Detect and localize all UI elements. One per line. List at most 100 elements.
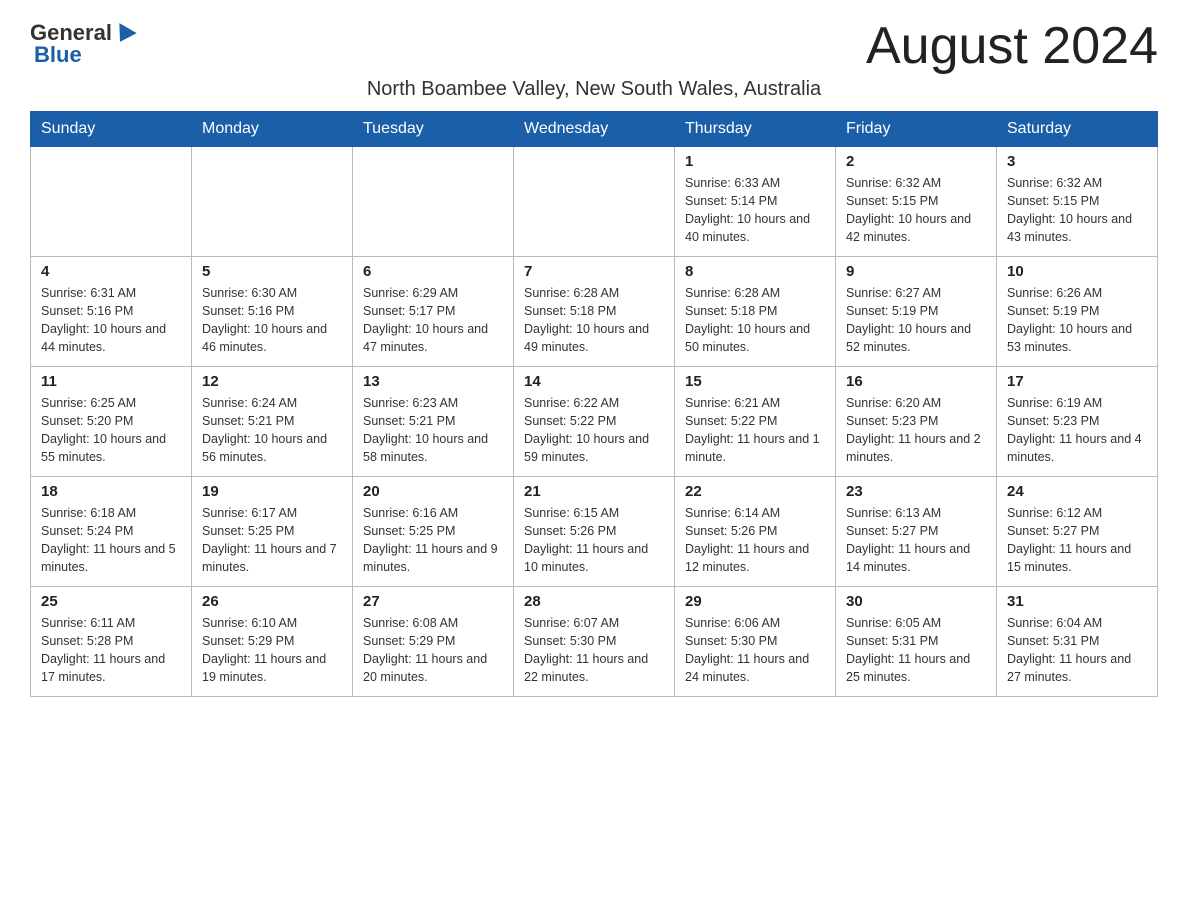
day-info: Sunrise: 6:26 AMSunset: 5:19 PMDaylight:… — [1007, 284, 1147, 357]
day-info: Sunrise: 6:10 AMSunset: 5:29 PMDaylight:… — [202, 614, 342, 687]
calendar-cell — [514, 147, 675, 257]
calendar-cell: 5 Sunrise: 6:30 AMSunset: 5:16 PMDaylight… — [192, 257, 353, 367]
weekday-header-friday: Friday — [836, 112, 997, 147]
calendar-cell — [353, 147, 514, 257]
calendar-cell: 18Sunrise: 6:18 AMSunset: 5:24 PMDayligh… — [31, 477, 192, 587]
weekday-header-thursday: Thursday — [675, 112, 836, 147]
day-number: 22 — [685, 483, 825, 500]
calendar-cell: 29 Sunrise: 6:06 AMSunset: 5:30 PMDayligh… — [675, 587, 836, 697]
calendar-cell: 13Sunrise: 6:23 AMSunset: 5:21 PMDayligh… — [353, 367, 514, 477]
calendar-cell: 31 Sunrise: 6:04 AMSunset: 5:31 PMDayligh… — [997, 587, 1158, 697]
calendar-cell: 28Sunrise: 6:07 AMSunset: 5:30 PMDayligh… — [514, 587, 675, 697]
calendar-week-row: 4 Sunrise: 6:31 AMSunset: 5:16 PMDaylight… — [31, 257, 1158, 367]
calendar-cell: 6 Sunrise: 6:29 AMSunset: 5:17 PMDaylight… — [353, 257, 514, 367]
day-number: 2 — [846, 153, 986, 170]
calendar-cell: 24 Sunrise: 6:12 AMSunset: 5:27 PMDayligh… — [997, 477, 1158, 587]
day-number: 6 — [363, 263, 503, 280]
day-number: 29 — [685, 593, 825, 610]
calendar-cell: 12 Sunrise: 6:24 AMSunset: 5:21 PMDayligh… — [192, 367, 353, 477]
day-number: 14 — [524, 373, 664, 390]
day-info: Sunrise: 6:28 AMSunset: 5:18 PMDaylight:… — [685, 284, 825, 357]
location-title: North Boambee Valley, New South Wales, A… — [30, 78, 1158, 101]
day-info: Sunrise: 6:11 AMSunset: 5:28 PMDaylight:… — [41, 614, 181, 687]
calendar-cell: 17Sunrise: 6:19 AMSunset: 5:23 PMDayligh… — [997, 367, 1158, 477]
day-number: 20 — [363, 483, 503, 500]
day-info: Sunrise: 6:17 AMSunset: 5:25 PMDaylight:… — [202, 504, 342, 577]
calendar-cell: 20Sunrise: 6:16 AMSunset: 5:25 PMDayligh… — [353, 477, 514, 587]
day-number: 10 — [1007, 263, 1147, 280]
day-number: 12 — [202, 373, 342, 390]
day-number: 25 — [41, 593, 181, 610]
day-number: 13 — [363, 373, 503, 390]
day-number: 23 — [846, 483, 986, 500]
calendar-cell: 8Sunrise: 6:28 AMSunset: 5:18 PMDaylight… — [675, 257, 836, 367]
page-header: General Blue August 2024 — [30, 20, 1158, 72]
day-number: 4 — [41, 263, 181, 280]
day-number: 15 — [685, 373, 825, 390]
day-number: 17 — [1007, 373, 1147, 390]
weekday-header-monday: Monday — [192, 112, 353, 147]
calendar-cell: 26 Sunrise: 6:10 AMSunset: 5:29 PMDayligh… — [192, 587, 353, 697]
calendar-cell: 11 Sunrise: 6:25 AMSunset: 5:20 PMDayligh… — [31, 367, 192, 477]
calendar-cell: 7 Sunrise: 6:28 AMSunset: 5:18 PMDaylight… — [514, 257, 675, 367]
logo-triangle-icon — [111, 23, 136, 47]
day-number: 28 — [524, 593, 664, 610]
day-info: Sunrise: 6:05 AMSunset: 5:31 PMDaylight:… — [846, 614, 986, 687]
calendar-cell: 22 Sunrise: 6:14 AMSunset: 5:26 PMDayligh… — [675, 477, 836, 587]
calendar-week-row: 18Sunrise: 6:18 AMSunset: 5:24 PMDayligh… — [31, 477, 1158, 587]
day-number: 11 — [41, 373, 181, 390]
day-number: 27 — [363, 593, 503, 610]
day-info: Sunrise: 6:33 AMSunset: 5:14 PMDaylight:… — [685, 174, 825, 247]
calendar-cell: 4 Sunrise: 6:31 AMSunset: 5:16 PMDaylight… — [31, 257, 192, 367]
day-number: 9 — [846, 263, 986, 280]
day-info: Sunrise: 6:25 AMSunset: 5:20 PMDaylight:… — [41, 394, 181, 467]
calendar-cell: 1 Sunrise: 6:33 AMSunset: 5:14 PMDaylight… — [675, 147, 836, 257]
logo: General Blue — [30, 20, 134, 68]
day-info: Sunrise: 6:04 AMSunset: 5:31 PMDaylight:… — [1007, 614, 1147, 687]
day-number: 30 — [846, 593, 986, 610]
day-number: 16 — [846, 373, 986, 390]
calendar-cell: 27Sunrise: 6:08 AMSunset: 5:29 PMDayligh… — [353, 587, 514, 697]
day-number: 7 — [524, 263, 664, 280]
calendar-cell: 3 Sunrise: 6:32 AMSunset: 5:15 PMDaylight… — [997, 147, 1158, 257]
day-info: Sunrise: 6:24 AMSunset: 5:21 PMDaylight:… — [202, 394, 342, 467]
calendar-cell: 25 Sunrise: 6:11 AMSunset: 5:28 PMDayligh… — [31, 587, 192, 697]
day-number: 18 — [41, 483, 181, 500]
day-number: 31 — [1007, 593, 1147, 610]
day-info: Sunrise: 6:21 AMSunset: 5:22 PMDaylight:… — [685, 394, 825, 467]
day-number: 3 — [1007, 153, 1147, 170]
calendar-table: SundayMondayTuesdayWednesdayThursdayFrid… — [30, 111, 1158, 697]
day-info: Sunrise: 6:12 AMSunset: 5:27 PMDaylight:… — [1007, 504, 1147, 577]
weekday-header-sunday: Sunday — [31, 112, 192, 147]
day-number: 24 — [1007, 483, 1147, 500]
calendar-cell: 30 Sunrise: 6:05 AMSunset: 5:31 PMDayligh… — [836, 587, 997, 697]
day-info: Sunrise: 6:32 AMSunset: 5:15 PMDaylight:… — [846, 174, 986, 247]
day-info: Sunrise: 6:30 AMSunset: 5:16 PMDaylight:… — [202, 284, 342, 357]
weekday-header-saturday: Saturday — [997, 112, 1158, 147]
day-info: Sunrise: 6:28 AMSunset: 5:18 PMDaylight:… — [524, 284, 664, 357]
day-info: Sunrise: 6:15 AMSunset: 5:26 PMDaylight:… — [524, 504, 664, 577]
day-info: Sunrise: 6:32 AMSunset: 5:15 PMDaylight:… — [1007, 174, 1147, 247]
calendar-cell: 21 Sunrise: 6:15 AMSunset: 5:26 PMDayligh… — [514, 477, 675, 587]
day-number: 19 — [202, 483, 342, 500]
calendar-cell: 10 Sunrise: 6:26 AMSunset: 5:19 PMDayligh… — [997, 257, 1158, 367]
day-info: Sunrise: 6:14 AMSunset: 5:26 PMDaylight:… — [685, 504, 825, 577]
calendar-cell: 16 Sunrise: 6:20 AMSunset: 5:23 PMDayligh… — [836, 367, 997, 477]
day-info: Sunrise: 6:29 AMSunset: 5:17 PMDaylight:… — [363, 284, 503, 357]
day-number: 1 — [685, 153, 825, 170]
calendar-cell: 15 Sunrise: 6:21 AMSunset: 5:22 PMDayligh… — [675, 367, 836, 477]
day-number: 21 — [524, 483, 664, 500]
day-info: Sunrise: 6:20 AMSunset: 5:23 PMDaylight:… — [846, 394, 986, 467]
calendar-week-row: 25 Sunrise: 6:11 AMSunset: 5:28 PMDayligh… — [31, 587, 1158, 697]
day-number: 26 — [202, 593, 342, 610]
calendar-cell: 9Sunrise: 6:27 AMSunset: 5:19 PMDaylight… — [836, 257, 997, 367]
calendar-week-row: 11 Sunrise: 6:25 AMSunset: 5:20 PMDayligh… — [31, 367, 1158, 477]
month-title: August 2024 — [866, 20, 1158, 72]
calendar-cell — [31, 147, 192, 257]
day-info: Sunrise: 6:31 AMSunset: 5:16 PMDaylight:… — [41, 284, 181, 357]
calendar-cell — [192, 147, 353, 257]
weekday-header-tuesday: Tuesday — [353, 112, 514, 147]
day-info: Sunrise: 6:06 AMSunset: 5:30 PMDaylight:… — [685, 614, 825, 687]
day-number: 5 — [202, 263, 342, 280]
calendar-cell: 14Sunrise: 6:22 AMSunset: 5:22 PMDayligh… — [514, 367, 675, 477]
